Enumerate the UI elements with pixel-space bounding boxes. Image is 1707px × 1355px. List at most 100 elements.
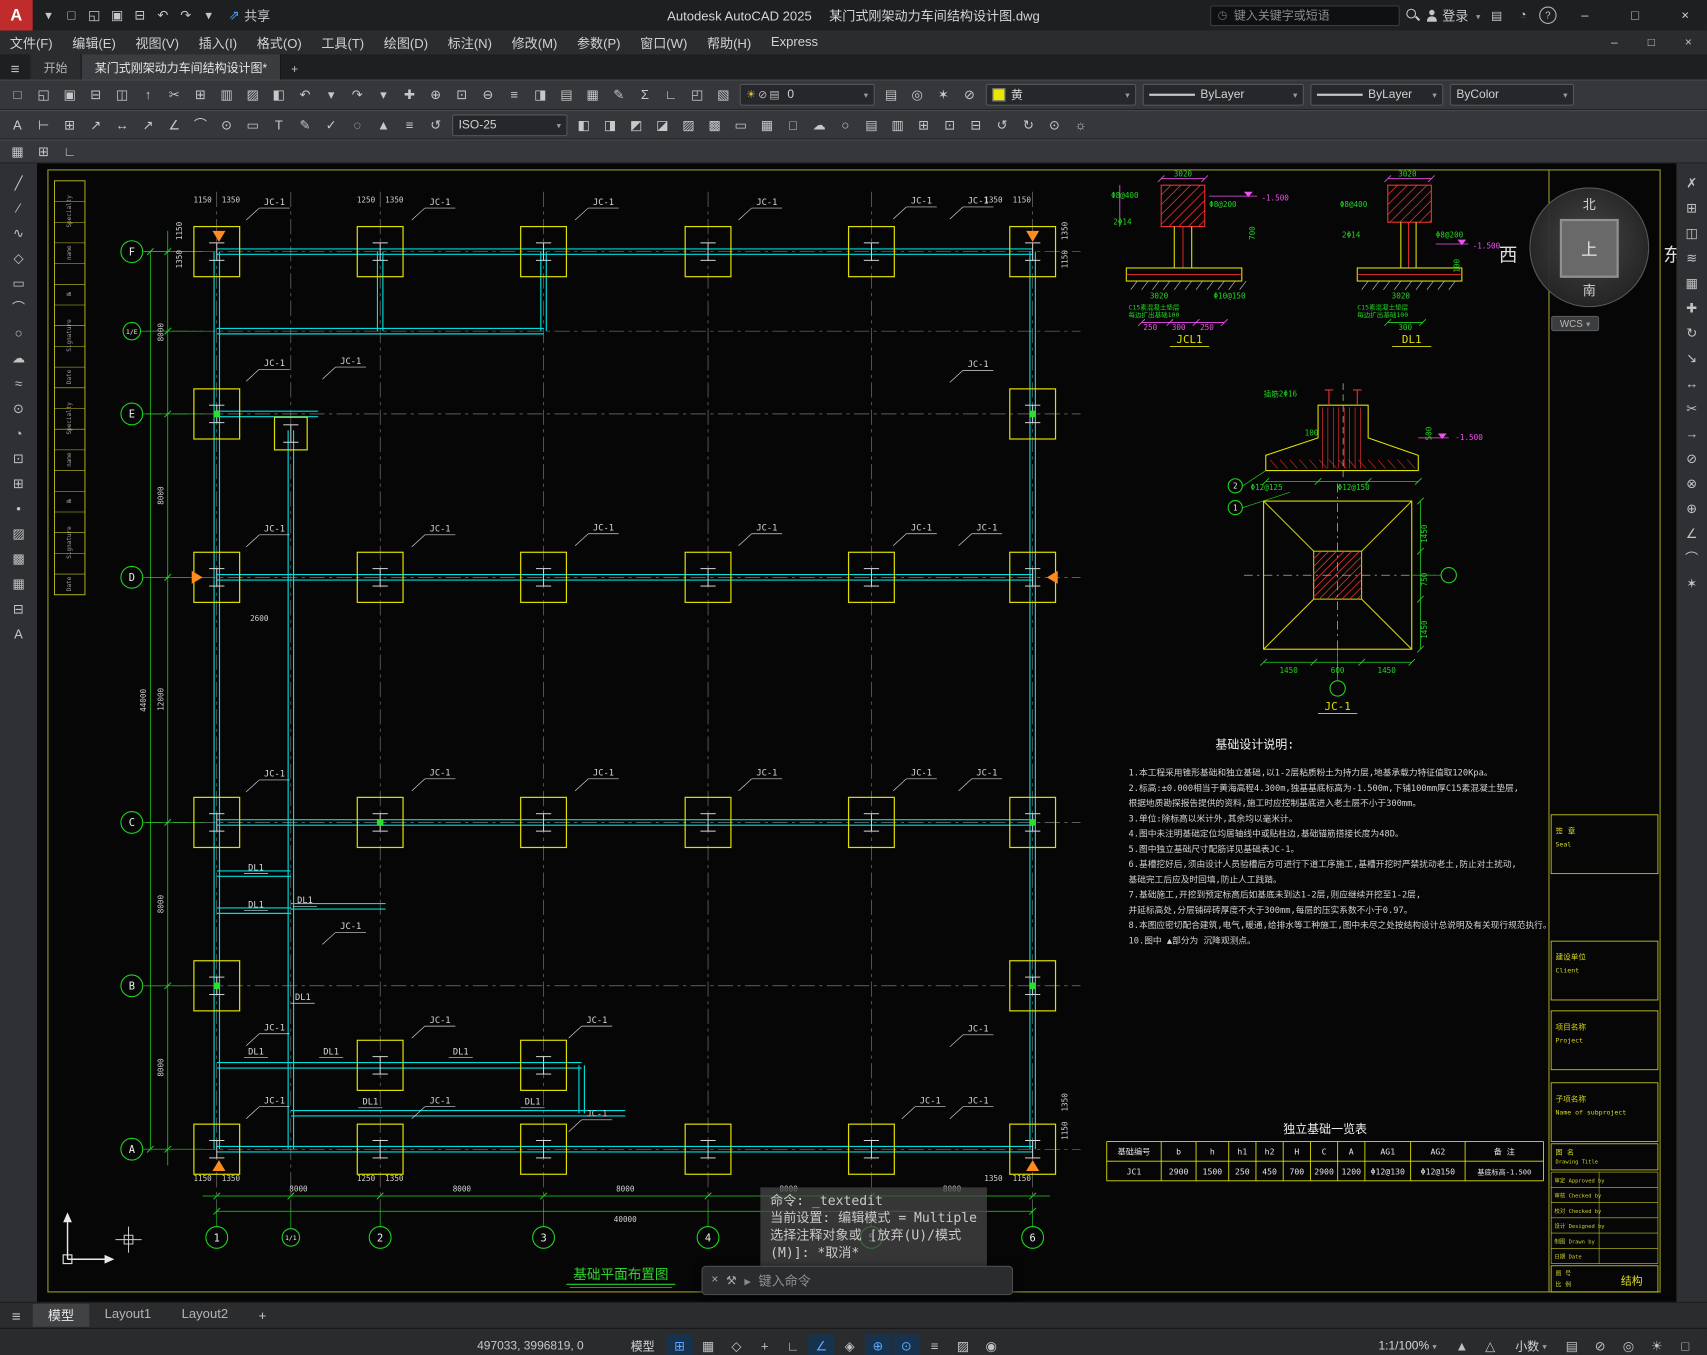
dynamic-ucs-icon[interactable]: ∟ xyxy=(57,141,83,163)
design-center-icon[interactable]: ◨ xyxy=(527,84,553,106)
redraw-icon[interactable]: ↻ xyxy=(1015,114,1041,136)
send-below-icon[interactable]: ◪ xyxy=(649,114,675,136)
status-selection-cycling[interactable]: ◉ xyxy=(978,1334,1004,1355)
insert-block-icon[interactable]: ⊡ xyxy=(5,446,31,471)
viewcube-top-face[interactable]: 上 xyxy=(1559,218,1619,278)
match-properties-icon[interactable]: ▨ xyxy=(240,84,266,106)
osnap-settings-icon[interactable]: ⊙ xyxy=(1041,114,1067,136)
command-input[interactable]: 键入命令 xyxy=(759,1271,811,1290)
file-tab[interactable]: 开始 xyxy=(30,54,82,80)
redo-icon[interactable]: ↷ xyxy=(344,84,370,106)
region-icon[interactable]: ▦ xyxy=(5,571,31,596)
search-input[interactable]: 键入关键字或短语 xyxy=(1210,4,1400,26)
chamfer-icon[interactable]: ∠ xyxy=(1679,521,1705,546)
command-line[interactable]: × ⚒ 键入命令 xyxy=(701,1265,1014,1296)
ellipse-icon[interactable]: ⊙ xyxy=(5,395,31,420)
create-block-icon[interactable]: ⊞ xyxy=(5,471,31,496)
status-ortho-mode[interactable]: ∟ xyxy=(780,1334,806,1355)
mirror-icon[interactable]: ◫ xyxy=(1679,220,1705,245)
layout-tab-Layout2[interactable]: Layout2 xyxy=(166,1304,243,1327)
ellipse-arc-icon[interactable]: ◔ xyxy=(5,420,31,445)
status-quick-properties[interactable]: ▤ xyxy=(1559,1334,1585,1355)
extend-icon[interactable]: → xyxy=(1679,420,1705,445)
hatch-icon[interactable]: ▨ xyxy=(675,114,701,136)
new-layout-button[interactable]: + xyxy=(243,1306,281,1326)
menu-express[interactable]: Express xyxy=(761,33,828,52)
revision-cloud-icon[interactable]: ☁ xyxy=(806,114,832,136)
text-style-combo[interactable]: ISO-25 xyxy=(452,113,568,136)
doc-minimize-button[interactable]: – xyxy=(1596,36,1633,49)
break-at-point-icon[interactable]: ⊘ xyxy=(1679,446,1705,471)
pan-icon[interactable]: ✚ xyxy=(397,84,423,106)
move-icon[interactable]: ✚ xyxy=(1679,295,1705,320)
minimize-button[interactable]: – xyxy=(1563,0,1607,31)
plot-preview-icon[interactable]: ◫ xyxy=(109,84,135,106)
status-annotation-visibility[interactable]: ▲ xyxy=(1449,1334,1475,1355)
layer-isolate-icon[interactable]: ◎ xyxy=(904,84,930,106)
scale-icon[interactable]: ↘ xyxy=(1679,345,1705,370)
menu-window[interactable]: 窗口(W) xyxy=(630,33,697,52)
viewport-icon[interactable]: ⊞ xyxy=(911,114,937,136)
construction-line-icon[interactable]: ∕ xyxy=(5,195,31,220)
viewcube-ring[interactable]: 北 上 南 xyxy=(1529,187,1650,308)
save-icon[interactable]: ▣ xyxy=(57,84,83,106)
share-button[interactable]: 共享 xyxy=(229,6,270,25)
status-annotation-scale[interactable]: 1:1/100% xyxy=(1369,1340,1447,1353)
rotate-icon[interactable]: ↻ xyxy=(1679,320,1705,345)
menu-insert[interactable]: 插入(I) xyxy=(189,33,247,52)
status-clean-screen[interactable]: □ xyxy=(1672,1334,1698,1355)
join-icon[interactable]: ⊕ xyxy=(1679,496,1705,521)
close-icon[interactable]: × xyxy=(711,1273,718,1287)
save-drawing-icon[interactable]: ▣ xyxy=(106,3,129,27)
scale-list-icon[interactable]: ≡ xyxy=(397,114,423,136)
viewcube-north[interactable]: 北 xyxy=(1530,195,1648,214)
app-menu-caret-icon[interactable]: ▾ xyxy=(37,3,60,27)
maximize-button[interactable]: □ xyxy=(1613,0,1657,31)
circle-icon[interactable]: ○ xyxy=(5,320,31,345)
notification-icon[interactable]: ◔ xyxy=(1513,8,1533,22)
options-icon[interactable]: ☼ xyxy=(1068,114,1094,136)
group-icon[interactable]: ◰ xyxy=(684,84,710,106)
model-space-icon[interactable]: ⊡ xyxy=(937,114,963,136)
publish-icon[interactable]: ↑ xyxy=(135,84,161,106)
doc-close-button[interactable]: × xyxy=(1670,36,1707,49)
linetype-combo[interactable]: ByLayer xyxy=(1142,83,1304,106)
file-tabs-menu-icon[interactable] xyxy=(0,60,31,80)
draw-order-front-icon[interactable]: ◧ xyxy=(571,114,597,136)
properties-icon[interactable]: ≡ xyxy=(501,84,527,106)
menu-parametric[interactable]: 参数(P) xyxy=(567,33,630,52)
plotstyle-combo[interactable]: ByColor xyxy=(1449,83,1575,106)
markup-icon[interactable]: ✎ xyxy=(606,84,632,106)
grid-settings-icon[interactable]: ⊞ xyxy=(31,141,57,163)
linear-dimension-icon[interactable]: ↔ xyxy=(109,114,135,136)
viewcube-west[interactable]: 西 xyxy=(1499,240,1518,267)
point-icon[interactable]: • xyxy=(5,496,31,521)
bring-above-icon[interactable]: ◩ xyxy=(623,114,649,136)
search-icon[interactable] xyxy=(1406,8,1419,22)
status-units[interactable]: 小数 xyxy=(1505,1338,1556,1355)
mtext-icon[interactable]: ▭ xyxy=(240,114,266,136)
layer-states-icon[interactable]: ▤ xyxy=(878,84,904,106)
cut-icon[interactable]: ✂ xyxy=(161,84,187,106)
redo-icon[interactable]: ↷ xyxy=(174,3,197,27)
copy-icon[interactable]: ⊞ xyxy=(1679,195,1705,220)
block-editor-icon[interactable]: ◧ xyxy=(266,84,292,106)
break-icon[interactable]: ⊗ xyxy=(1679,471,1705,496)
table-style-icon[interactable]: ⊞ xyxy=(57,114,83,136)
customize-icon[interactable]: ⚒ xyxy=(726,1273,737,1287)
layer-lock-icon[interactable]: ⊘ xyxy=(956,84,982,106)
trim-icon[interactable]: ✂ xyxy=(1679,395,1705,420)
plot-icon[interactable]: ⊟ xyxy=(129,3,152,27)
menu-dimension[interactable]: 标注(N) xyxy=(438,33,502,52)
annotation-icon[interactable]: ▲ xyxy=(370,114,396,136)
status-model-space[interactable]: 模型 xyxy=(621,1338,665,1355)
status-isolate-objects[interactable]: ◎ xyxy=(1615,1334,1641,1355)
viewcube-east[interactable]: 东 xyxy=(1663,240,1676,267)
store-icon[interactable]: ▤ xyxy=(1487,8,1507,22)
new-tab-button[interactable]: + xyxy=(281,60,308,80)
rectangle-icon[interactable]: ▭ xyxy=(5,270,31,295)
layer-combo[interactable]: ☀ ⊘ ▤ 0 xyxy=(739,83,875,106)
polyline-icon[interactable]: ∿ xyxy=(5,220,31,245)
aligned-dimension-icon[interactable]: ↗ xyxy=(135,114,161,136)
viewcube-south[interactable]: 南 xyxy=(1530,281,1648,300)
